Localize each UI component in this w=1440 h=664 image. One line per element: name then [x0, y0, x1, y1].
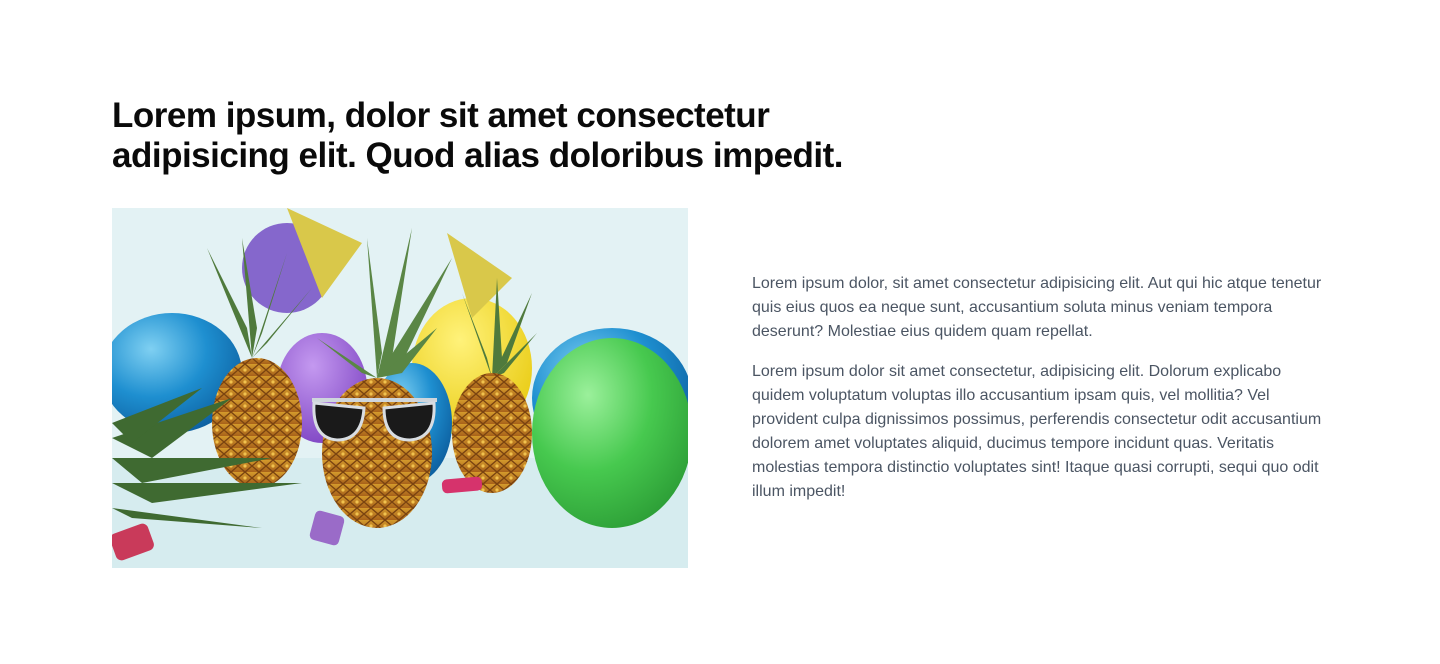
content-row: Lorem ipsum dolor, sit amet consectetur … — [112, 208, 1328, 568]
section-heading: Lorem ipsum, dolor sit amet consectetur … — [112, 96, 844, 175]
text-column: Lorem ipsum dolor, sit amet consectetur … — [752, 208, 1328, 568]
body-paragraph-1: Lorem ipsum dolor, sit amet consectetur … — [752, 275, 1322, 340]
feature-section: Lorem ipsum, dolor sit amet consectetur … — [112, 96, 1328, 568]
body-paragraph-2: Lorem ipsum dolor sit amet consectetur, … — [752, 363, 1322, 500]
pineapple-left — [212, 358, 302, 488]
party-pineapples-image — [112, 208, 688, 568]
green-balloon — [532, 338, 688, 528]
pineapple-right — [452, 373, 532, 493]
